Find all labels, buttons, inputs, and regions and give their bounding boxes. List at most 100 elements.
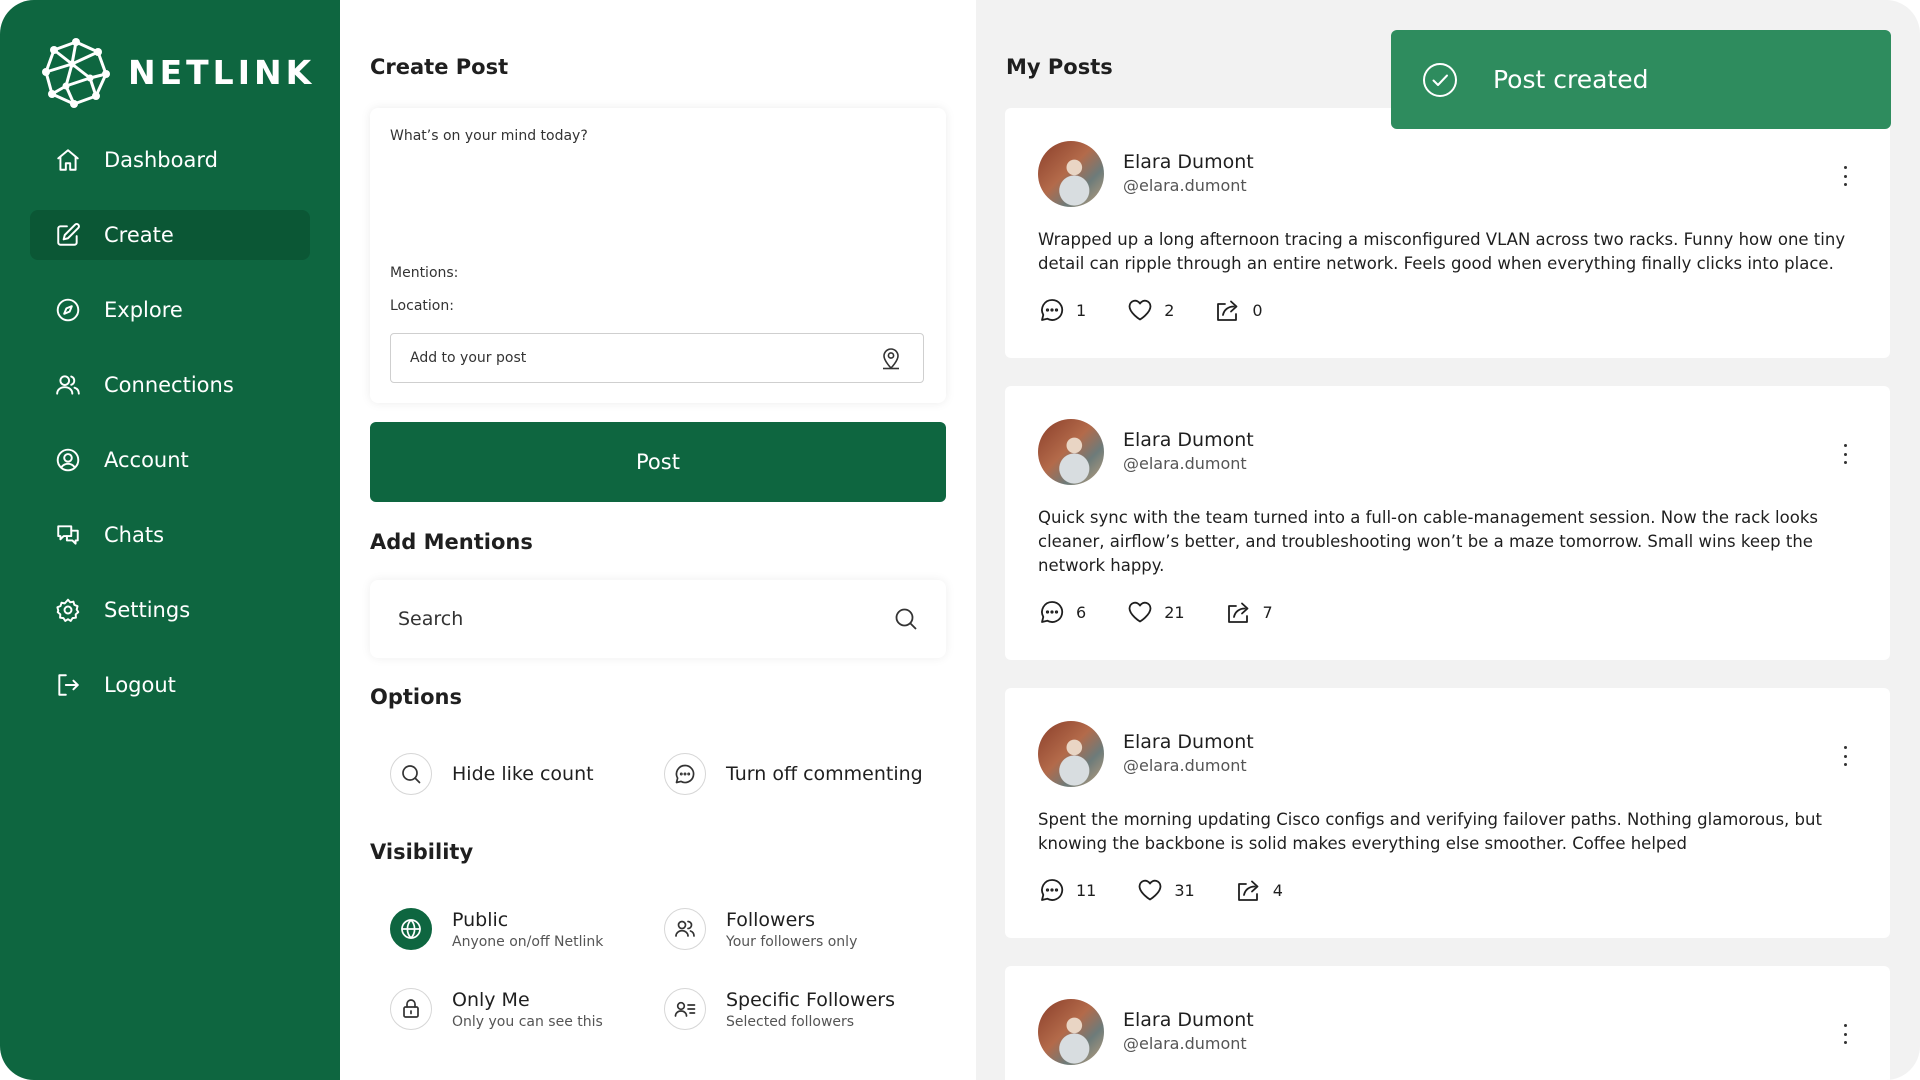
gear-icon (54, 596, 82, 624)
sidebar-item-connections[interactable]: Connections (30, 360, 310, 410)
my-posts-panel: My Posts Elara Dumont @elara.dumont Wrap… (976, 0, 1920, 1080)
avatar[interactable] (1038, 721, 1104, 787)
comment-icon (1041, 299, 1064, 321)
comment-count: 11 (1076, 880, 1097, 900)
share-button[interactable]: 0 (1214, 296, 1263, 324)
sidebar: NETLINK Dashboard Create Explore Connect… (0, 0, 340, 1080)
visibility-title: Visibility (370, 840, 474, 864)
user-circle-icon (54, 446, 82, 474)
sidebar-item-label: Create (104, 223, 174, 247)
sidebar-item-create[interactable]: Create (30, 210, 310, 260)
comment-button[interactable]: 11 (1038, 876, 1096, 904)
sidebar-item-label: Logout (104, 673, 176, 697)
compass-icon (54, 296, 82, 324)
sidebar-item-account[interactable]: Account (30, 435, 310, 485)
option-turn-off-commenting[interactable]: Turn off commenting (664, 753, 923, 795)
visibility-description: Anyone on/off Netlink (452, 933, 604, 950)
share-button[interactable]: 7 (1225, 598, 1273, 626)
options-title: Options (370, 685, 462, 709)
author-handle: @elara.dumont (1123, 454, 1247, 473)
brand-name: NETLINK (128, 52, 316, 92)
author-handle: @elara.dumont (1123, 756, 1247, 775)
check-circle-icon (1423, 62, 1457, 97)
like-count: 31 (1174, 880, 1195, 900)
visibility-description: Selected followers (726, 1013, 855, 1030)
mentions-label: Mentions: (390, 265, 459, 281)
author-handle: @elara.dumont (1123, 176, 1247, 195)
like-button[interactable]: 21 (1126, 598, 1185, 626)
like-count: 2 (1164, 300, 1175, 320)
share-icon (1227, 602, 1248, 623)
add-to-post-field[interactable]: Add to your post (390, 333, 924, 383)
comment-icon (1041, 601, 1064, 623)
more-options-icon[interactable] (1840, 166, 1850, 186)
like-button[interactable]: 2 (1126, 296, 1174, 324)
visibility-label: Public (452, 908, 509, 931)
avatar[interactable] (1038, 999, 1104, 1065)
location-pin-icon[interactable] (877, 344, 905, 372)
compose-input[interactable]: What’s on your mind today? (390, 128, 588, 144)
visibility-label: Only Me (452, 988, 530, 1011)
post-card: Elara Dumont @elara.dumont Spent the mor… (1005, 688, 1890, 938)
post-text: Wrapped up a long afternoon tracing a mi… (1038, 230, 1846, 273)
create-post-panel: Create Post What’s on your mind today? M… (340, 0, 976, 1080)
sidebar-item-label: Settings (104, 598, 191, 622)
sidebar-item-chats[interactable]: Chats (30, 510, 310, 560)
more-options-icon[interactable] (1840, 746, 1850, 766)
share-count: 0 (1252, 300, 1263, 320)
option-label: Turn off commenting (726, 763, 923, 785)
comment-button[interactable]: 6 (1038, 598, 1086, 626)
network-globe-icon (42, 38, 110, 108)
comment-count: 1 (1076, 300, 1087, 320)
post-stats: 11 31 4 (1038, 876, 1323, 904)
comment-icon (664, 753, 706, 795)
avatar[interactable] (1038, 419, 1104, 485)
add-mentions-title: Add Mentions (370, 530, 533, 554)
sidebar-item-label: Explore (104, 298, 183, 322)
search-icon[interactable] (892, 605, 920, 633)
edit-icon (54, 221, 82, 249)
lock-icon (390, 988, 432, 1030)
option-hide-like-count[interactable]: Hide like count (390, 753, 594, 795)
sidebar-item-dashboard[interactable]: Dashboard (30, 135, 310, 185)
heart-icon (1128, 299, 1152, 321)
visibility-public[interactable]: Public Anyone on/off Netlink (390, 908, 603, 950)
author-name[interactable]: Elara Dumont (1123, 429, 1254, 451)
avatar[interactable] (1038, 141, 1104, 207)
share-icon (1237, 880, 1259, 901)
like-button[interactable]: 31 (1136, 876, 1195, 904)
visibility-only-me[interactable]: Only Me Only you can see this (390, 988, 603, 1030)
like-count: 21 (1164, 602, 1185, 622)
share-count: 7 (1262, 602, 1273, 622)
more-options-icon[interactable] (1840, 1024, 1850, 1044)
sidebar-item-settings[interactable]: Settings (30, 585, 310, 635)
location-label: Location: (390, 298, 454, 314)
author-name[interactable]: Elara Dumont (1123, 731, 1254, 753)
add-to-post-label: Add to your post (410, 350, 527, 366)
post-stats: 6 21 7 (1038, 598, 1313, 626)
visibility-label: Followers (726, 908, 815, 931)
visibility-followers[interactable]: Followers Your followers only (664, 908, 857, 950)
share-button[interactable]: 4 (1235, 876, 1283, 904)
comment-count: 6 (1076, 602, 1087, 622)
visibility-description: Your followers only (726, 933, 858, 950)
visibility-specific-followers[interactable]: Specific Followers Selected followers (664, 988, 895, 1030)
comment-button[interactable]: 1 (1038, 296, 1086, 324)
search-input[interactable] (398, 608, 838, 630)
comment-icon (1041, 879, 1064, 901)
author-name[interactable]: Elara Dumont (1123, 1009, 1254, 1031)
user-list-icon (664, 988, 706, 1030)
author-handle: @elara.dumont (1123, 1034, 1247, 1053)
more-options-icon[interactable] (1840, 444, 1850, 464)
sidebar-item-label: Dashboard (104, 148, 218, 172)
author-name[interactable]: Elara Dumont (1123, 151, 1254, 173)
post-created-toast: Post created (1391, 30, 1891, 129)
post-button[interactable]: Post (370, 422, 946, 502)
sidebar-item-explore[interactable]: Explore (30, 285, 310, 335)
brand-logo[interactable]: NETLINK (38, 34, 315, 110)
visibility-label: Specific Followers (726, 988, 895, 1011)
post-card: Elara Dumont @elara.dumont Wrapped up a … (1005, 108, 1890, 358)
post-card: Elara Dumont @elara.dumont (1005, 966, 1890, 1080)
sidebar-item-logout[interactable]: Logout (30, 660, 310, 710)
share-icon (1217, 300, 1238, 321)
